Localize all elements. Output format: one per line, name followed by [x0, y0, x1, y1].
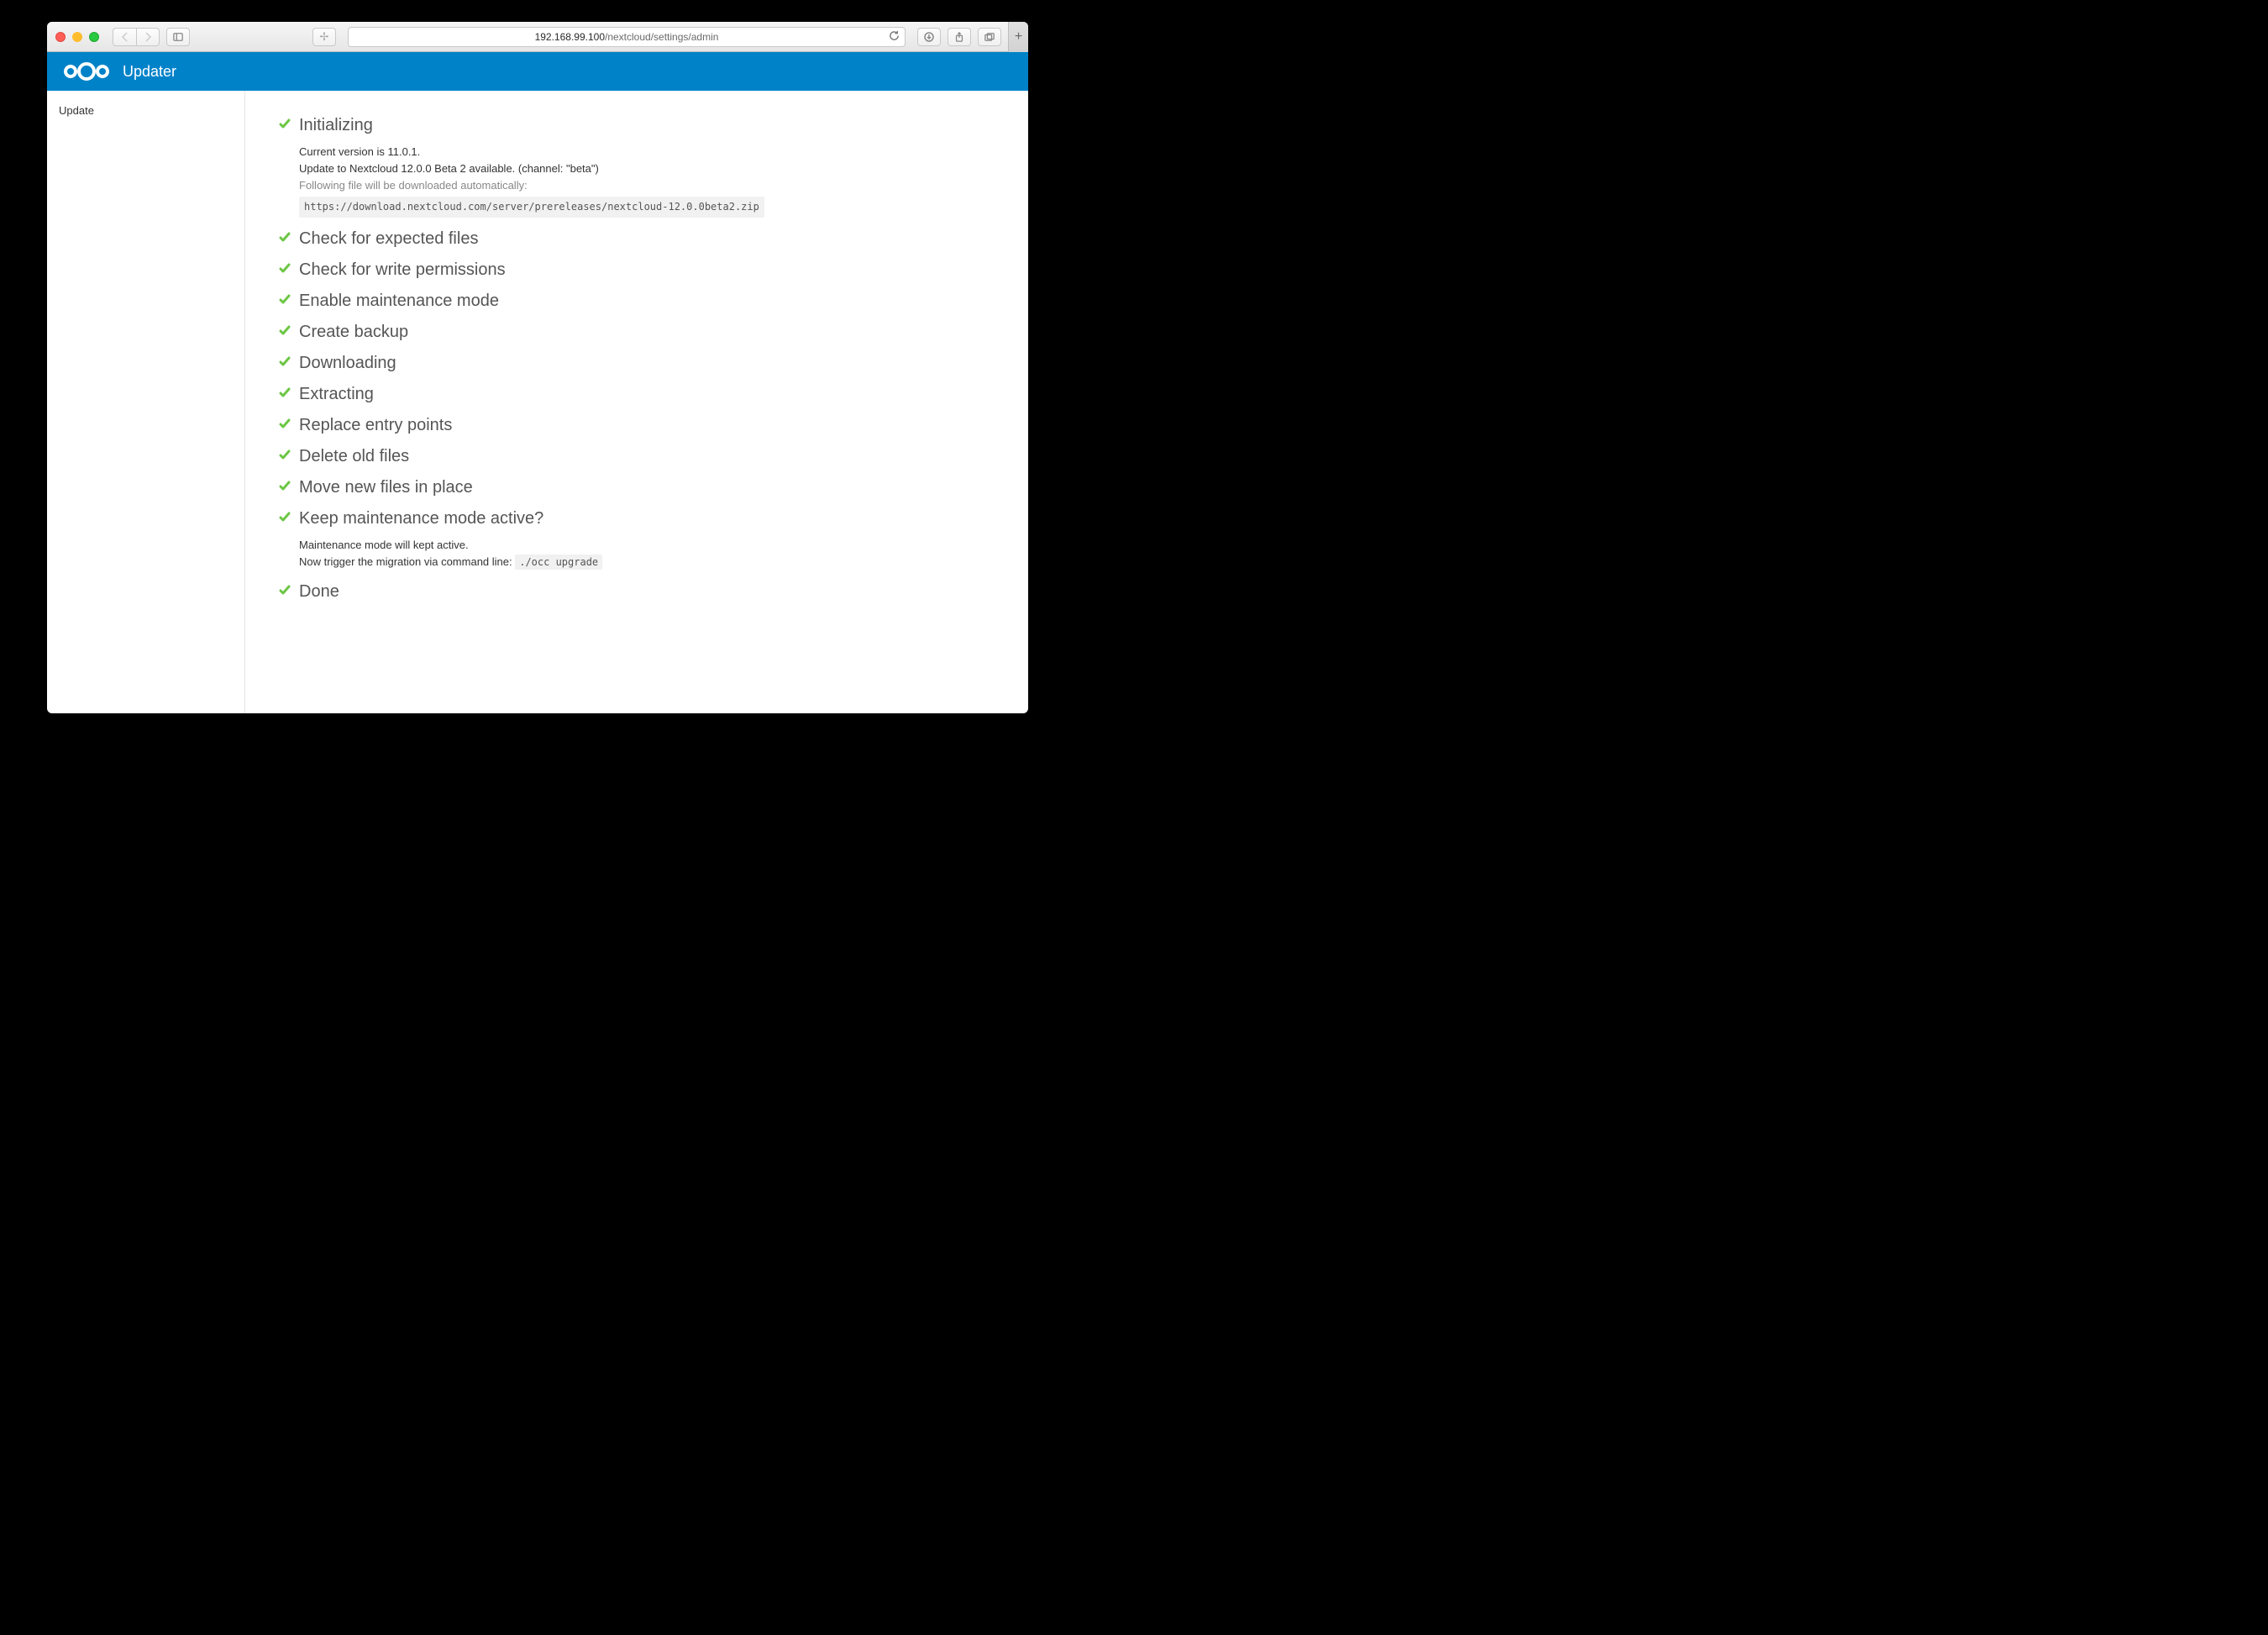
step-title: Delete old files [299, 447, 409, 466]
download-url: https://download.nextcloud.com/server/pr… [299, 197, 764, 218]
sidebar-toggle-button[interactable] [166, 28, 190, 46]
browser-toolbar: ✢ 192.168.99.100/nextcloud/settings/admi… [47, 22, 1028, 52]
step-detail: Maintenance mode will kept active. Now t… [299, 537, 995, 570]
check-icon [279, 449, 291, 465]
step-done: Done [279, 582, 995, 602]
step-check-files: Check for expected files [279, 229, 995, 249]
check-icon [279, 324, 291, 340]
check-icon [279, 584, 291, 600]
share-button[interactable] [948, 28, 971, 46]
app-body: Update Initializing Current version is 1… [47, 91, 1028, 713]
step-replace-entry: Replace entry points [279, 416, 995, 435]
check-icon [279, 118, 291, 134]
step-initializing: Initializing Current version is 11.0.1. … [279, 116, 995, 218]
url-host: 192.168.99.100 [535, 31, 605, 43]
browser-window: ✢ 192.168.99.100/nextcloud/settings/admi… [47, 22, 1028, 713]
sidebar: Update [47, 91, 245, 713]
toolbar-right [917, 28, 1001, 46]
step-title: Move new files in place [299, 478, 473, 497]
step-title: Replace entry points [299, 416, 452, 435]
step-title: Downloading [299, 354, 396, 373]
step-extracting: Extracting [279, 385, 995, 404]
update-available-line: Update to Nextcloud 12.0.0 Beta 2 availa… [299, 160, 995, 177]
address-bar[interactable]: 192.168.99.100/nextcloud/settings/admin [348, 27, 906, 47]
maintenance-line1: Maintenance mode will kept active. [299, 537, 995, 554]
new-tab-button[interactable]: + [1008, 22, 1028, 52]
download-intro: Following file will be downloaded automa… [299, 177, 995, 194]
step-title: Done [299, 582, 339, 602]
step-downloading: Downloading [279, 354, 995, 373]
check-icon [279, 511, 291, 527]
sidebar-item-label: Update [59, 104, 94, 117]
step-title: Keep maintenance mode active? [299, 509, 543, 528]
step-check-permissions: Check for write permissions [279, 260, 995, 280]
maintenance-line2: Now trigger the migration via command li… [299, 554, 995, 570]
step-title: Create backup [299, 323, 408, 342]
nextcloud-logo-icon [62, 60, 111, 83]
back-button[interactable] [113, 28, 136, 46]
step-title: Check for expected files [299, 229, 478, 249]
check-icon [279, 231, 291, 247]
check-icon [279, 355, 291, 371]
maximize-window-button[interactable] [89, 32, 99, 42]
check-icon [279, 418, 291, 434]
window-controls [55, 32, 99, 42]
close-window-button[interactable] [55, 32, 66, 42]
step-detail: Current version is 11.0.1. Update to Nex… [299, 144, 995, 218]
current-version-line: Current version is 11.0.1. [299, 144, 995, 160]
check-icon [279, 386, 291, 402]
step-create-backup: Create backup [279, 323, 995, 342]
forward-button[interactable] [136, 28, 160, 46]
step-title: Check for write permissions [299, 260, 506, 280]
downloads-button[interactable] [917, 28, 941, 46]
step-title: Initializing [299, 116, 373, 135]
step-keep-maintenance: Keep maintenance mode active? Maintenanc… [279, 509, 995, 570]
check-icon [279, 480, 291, 496]
main-content: Initializing Current version is 11.0.1. … [245, 91, 1028, 713]
occ-command: ./occ upgrade [515, 555, 602, 570]
step-title: Enable maintenance mode [299, 292, 499, 311]
step-title: Extracting [299, 385, 374, 404]
reload-button[interactable] [889, 30, 900, 44]
url-path: /nextcloud/settings/admin [605, 31, 718, 43]
app-title: Updater [123, 63, 176, 81]
app-header: Updater [47, 52, 1028, 91]
sidebar-item-update[interactable]: Update [47, 99, 244, 122]
step-enable-maintenance: Enable maintenance mode [279, 292, 995, 311]
check-icon [279, 293, 291, 309]
nav-buttons [113, 28, 160, 46]
tabs-button[interactable] [978, 28, 1001, 46]
step-delete-old: Delete old files [279, 447, 995, 466]
check-icon [279, 262, 291, 278]
reader-button[interactable]: ✢ [312, 28, 336, 46]
step-move-new: Move new files in place [279, 478, 995, 497]
minimize-window-button[interactable] [72, 32, 82, 42]
